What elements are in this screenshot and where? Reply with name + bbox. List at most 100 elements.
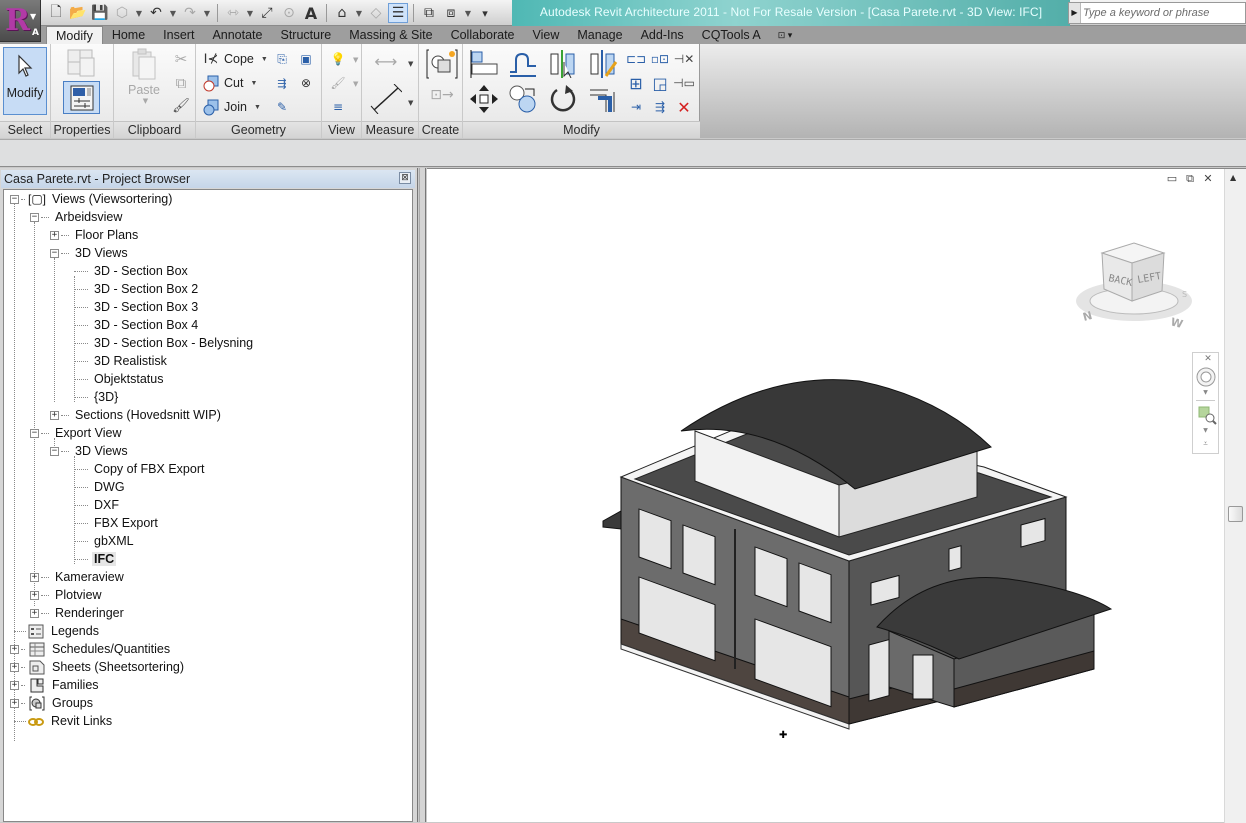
chevron-down-icon[interactable]: ▼ xyxy=(354,3,364,23)
tree-node-view[interactable]: Objektstatus xyxy=(74,370,165,388)
tree-node-view-ifc-selected[interactable]: IFC xyxy=(74,550,117,568)
tree-node-legends[interactable]: Legends xyxy=(14,622,101,640)
minimize-icon[interactable]: ▭ xyxy=(1166,173,1178,185)
aligned-dimension-icon[interactable] xyxy=(370,84,402,114)
array-icon[interactable]: ⊞ xyxy=(627,74,645,93)
chevron-down-icon[interactable]: ▼ xyxy=(1193,427,1218,434)
offset-icon[interactable] xyxy=(508,50,538,78)
align-icon[interactable] xyxy=(469,50,499,78)
tree-node-view[interactable]: 3D - Section Box 4 xyxy=(74,316,200,334)
text-icon[interactable]: A xyxy=(301,3,321,23)
demolish-icon[interactable]: ▣ xyxy=(297,50,315,68)
close-icon[interactable]: ⊠ xyxy=(399,172,411,184)
match-type-properties-icon[interactable]: 🖌 xyxy=(172,97,190,115)
properties-button[interactable] xyxy=(63,81,100,114)
lightbulb-icon[interactable]: 💡 xyxy=(329,50,347,68)
cope-button[interactable]: Ⅰ⊀ Cope ▼ xyxy=(202,49,268,69)
expand-icon[interactable]: + xyxy=(30,608,39,618)
cut-icon[interactable]: ✂ xyxy=(172,50,190,68)
switch-windows-icon[interactable]: ⧈ xyxy=(441,3,461,23)
measure-icon[interactable]: ⤢ xyxy=(257,3,277,23)
tree-node-export-view[interactable]: − Export View xyxy=(30,424,123,442)
tab-add-ins[interactable]: Add-Ins xyxy=(632,26,693,44)
move-icon[interactable] xyxy=(469,84,499,114)
close-icon[interactable]: ✕ xyxy=(1202,173,1214,185)
delete-icon[interactable]: ✕ xyxy=(675,98,693,117)
copy-element-icon[interactable] xyxy=(508,84,538,114)
redo-icon[interactable]: ↷ xyxy=(180,3,200,23)
trim-extend-multiple-icon[interactable]: ⇶ xyxy=(651,98,669,116)
collapse-icon[interactable]: − xyxy=(30,212,39,222)
chevron-down-icon[interactable]: ▼ xyxy=(168,3,178,23)
section-icon[interactable]: ◇ xyxy=(366,3,386,23)
tree-node-view[interactable]: 3D - Section Box 2 xyxy=(74,280,200,298)
cut-geometry-button[interactable]: Cut ▼ xyxy=(202,73,257,93)
tree-node-view[interactable]: Copy of FBX Export xyxy=(74,460,206,478)
tree-node-view[interactable]: DWG xyxy=(74,478,127,496)
tree-node-view[interactable]: 3D Realistisk xyxy=(74,352,169,370)
tab-view[interactable]: View xyxy=(524,26,569,44)
create-similar-icon[interactable] xyxy=(426,48,458,80)
tab-annotate[interactable]: Annotate xyxy=(203,26,271,44)
tree-node-views[interactable]: − [▢] Views (Viewsortering) xyxy=(10,190,174,208)
thin-lines-icon[interactable]: ☰ xyxy=(388,3,408,23)
panel-splitter[interactable] xyxy=(419,168,426,822)
trim-extend-icon[interactable] xyxy=(588,84,618,114)
tree-node-view[interactable]: {3D} xyxy=(74,388,120,406)
steering-wheel-icon[interactable] xyxy=(1196,367,1216,387)
tag-icon[interactable]: ⊙ xyxy=(279,3,299,23)
expand-icon[interactable]: + xyxy=(10,698,19,708)
close-hidden-windows-icon[interactable]: ⧉ xyxy=(419,3,439,23)
viewcube[interactable]: N W S BACK LEFT xyxy=(1072,239,1197,334)
expand-icon[interactable]: + xyxy=(10,662,19,672)
override-graphics-icon[interactable]: 🖌 xyxy=(329,74,347,92)
tree-node-floor-plans[interactable]: + Floor Plans xyxy=(50,226,140,244)
paint-icon[interactable]: ✎ xyxy=(273,98,291,116)
collapse-icon[interactable]: − xyxy=(30,428,39,438)
close-icon[interactable]: ✕ xyxy=(1200,354,1216,364)
scale-icon[interactable]: ◲ xyxy=(651,74,669,93)
chevron-down-icon[interactable]: ▼ xyxy=(202,3,212,23)
copy-icon[interactable]: ⧉ xyxy=(172,74,190,92)
open-icon[interactable]: 📂 xyxy=(68,3,88,23)
tree-node-kameraview[interactable]: + Kameraview xyxy=(30,568,126,586)
tree-node-plotview[interactable]: + Plotview xyxy=(30,586,104,604)
tree-node-sections[interactable]: + Sections (Hovedsnitt WIP) xyxy=(50,406,223,424)
expand-icon[interactable]: + xyxy=(50,230,59,240)
split-with-gap-icon[interactable]: ▫⊡ xyxy=(651,50,669,68)
tree-node-view[interactable]: gbXML xyxy=(74,532,136,550)
restore-icon[interactable]: ⧉ xyxy=(1184,173,1196,185)
unpin-icon[interactable]: ⊣✕ xyxy=(674,50,695,68)
tab-massing-site[interactable]: Massing & Site xyxy=(340,26,441,44)
vertical-scrollbar[interactable]: ▲ xyxy=(1224,169,1246,823)
tree-node-families[interactable]: + Families xyxy=(10,676,101,694)
application-menu-button[interactable]: R ▼ A xyxy=(0,0,41,42)
save-icon[interactable]: 💾 xyxy=(90,3,110,23)
tree-node-view[interactable]: 3D - Section Box 3 xyxy=(74,298,200,316)
join-button[interactable]: Join ▼ xyxy=(202,97,261,117)
tree-node-renderinger[interactable]: + Renderinger xyxy=(30,604,126,622)
trim-extend-single-icon[interactable]: ⇥ xyxy=(627,98,645,116)
expand-search-icon[interactable]: ▶ xyxy=(1069,3,1081,23)
aligned-dimension-icon[interactable]: ⇿ xyxy=(223,3,243,23)
default-3d-view-icon[interactable]: ⌂ xyxy=(332,3,352,23)
chevron-down-icon[interactable]: ▼ xyxy=(245,3,255,23)
expand-icon[interactable]: + xyxy=(50,410,59,420)
expand-icon[interactable]: + xyxy=(30,572,39,582)
unjoin-icon[interactable]: ⊗ xyxy=(297,74,315,92)
tree-node-3d-views[interactable]: − 3D Views xyxy=(50,244,130,262)
tab-modify[interactable]: Modify xyxy=(46,26,103,45)
tree-node-view[interactable]: FBX Export xyxy=(74,514,160,532)
modify-button[interactable]: Modify xyxy=(3,47,47,115)
wall-joins-icon[interactable]: ⎘ xyxy=(273,50,291,68)
split-face-icon[interactable]: ⇶ xyxy=(273,74,291,92)
chevron-down-icon[interactable]: ▼ xyxy=(134,3,144,23)
collapse-icon[interactable]: − xyxy=(50,248,59,258)
tree-node-groups[interactable]: + Groups xyxy=(10,694,95,712)
tree-node-revit-links[interactable]: Revit Links xyxy=(14,712,114,730)
tab-home[interactable]: Home xyxy=(103,26,154,44)
expand-icon[interactable]: + xyxy=(30,590,39,600)
customize-qat-icon[interactable]: ▾ xyxy=(475,3,495,23)
create-group-icon[interactable]: ⊡→ xyxy=(429,86,455,104)
collapse-icon[interactable]: − xyxy=(50,446,59,456)
